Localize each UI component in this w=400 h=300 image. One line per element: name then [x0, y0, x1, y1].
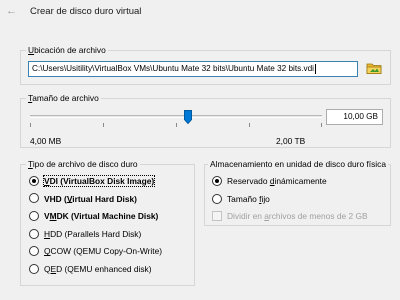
disk-type-radio[interactable]	[29, 263, 39, 274]
disk-type-options: VDI (VirtualBox Disk Image) VHD (Virtual …	[29, 174, 193, 281]
disk-type-label: QED (QEMU enhanced disk)	[44, 263, 152, 274]
page-title: Crear de disco duro virtual	[30, 6, 142, 17]
size-min-label: 4,00 MB	[30, 136, 62, 146]
disk-type-option[interactable]: VMDK (Virtual Machine Disk)	[29, 210, 193, 224]
size-slider-thumb[interactable]	[183, 110, 192, 125]
disk-type-radio[interactable]	[29, 175, 39, 186]
text-caret	[314, 63, 316, 74]
disk-type-radio[interactable]	[29, 193, 39, 204]
folder-icon	[366, 63, 382, 74]
disk-type-label: QCOW (QEMU Copy-On-Write)	[44, 246, 163, 257]
slider-tick	[321, 123, 322, 127]
size-value-input[interactable]: 10,00 GB	[326, 109, 383, 125]
radio-dynamic[interactable]	[212, 175, 222, 186]
slider-thumb-shape	[183, 110, 192, 125]
storage-legend: Almacenamiento en unidad de disco duro f…	[208, 159, 388, 169]
disk-type-radio[interactable]	[29, 246, 39, 257]
disk-type-option[interactable]: QCOW (QEMU Copy-On-Write)	[29, 245, 193, 259]
radio-fixed[interactable]	[212, 193, 222, 204]
size-legend: Tamaño de archivo	[26, 93, 101, 103]
disk-type-label: VDI (VirtualBox Disk Image)	[42, 174, 156, 187]
slider-tick	[30, 123, 31, 127]
file-path-input[interactable]: C:\Users\Usitility\VirtualBox VMs\Ubuntu…	[28, 61, 358, 77]
slider-tick	[103, 123, 104, 127]
slider-tick	[249, 123, 250, 127]
disk-type-radio[interactable]	[29, 228, 39, 239]
choose-folder-button[interactable]	[366, 60, 382, 76]
disk-type-label: VMDK (Virtual Machine Disk)	[44, 210, 159, 221]
disk-type-option[interactable]: VHD (Virtual Hard Disk)	[29, 193, 193, 207]
back-arrow-icon[interactable]: ←	[6, 4, 18, 18]
storage-fixed-option[interactable]: Tamaño fijo	[212, 193, 270, 207]
disk-type-radio[interactable]	[29, 210, 39, 221]
wizard-header: ← Crear de disco duro virtual	[0, 0, 400, 26]
location-legend: Ubicación de archivo	[26, 45, 108, 55]
disk-type-legend: Tipo de archivo de disco duro	[26, 159, 140, 169]
disk-type-label: HDD (Parallels Hard Disk)	[44, 228, 142, 239]
storage-dynamic-option[interactable]: Reservado dinámicamente	[212, 175, 327, 189]
slider-tick	[176, 123, 177, 127]
disk-type-label: VHD (Virtual Hard Disk)	[44, 193, 137, 204]
size-slider-track[interactable]	[30, 115, 322, 118]
split-files-option: Dividir en archivos de menos de 2 GB	[212, 210, 368, 224]
size-max-label: 2,00 TB	[276, 136, 306, 146]
disk-type-option[interactable]: VDI (VirtualBox Disk Image)	[29, 174, 193, 189]
disk-type-option[interactable]: HDD (Parallels Hard Disk)	[29, 228, 193, 242]
disk-type-option[interactable]: QED (QEMU enhanced disk)	[29, 263, 193, 277]
split-files-checkbox	[212, 210, 222, 221]
